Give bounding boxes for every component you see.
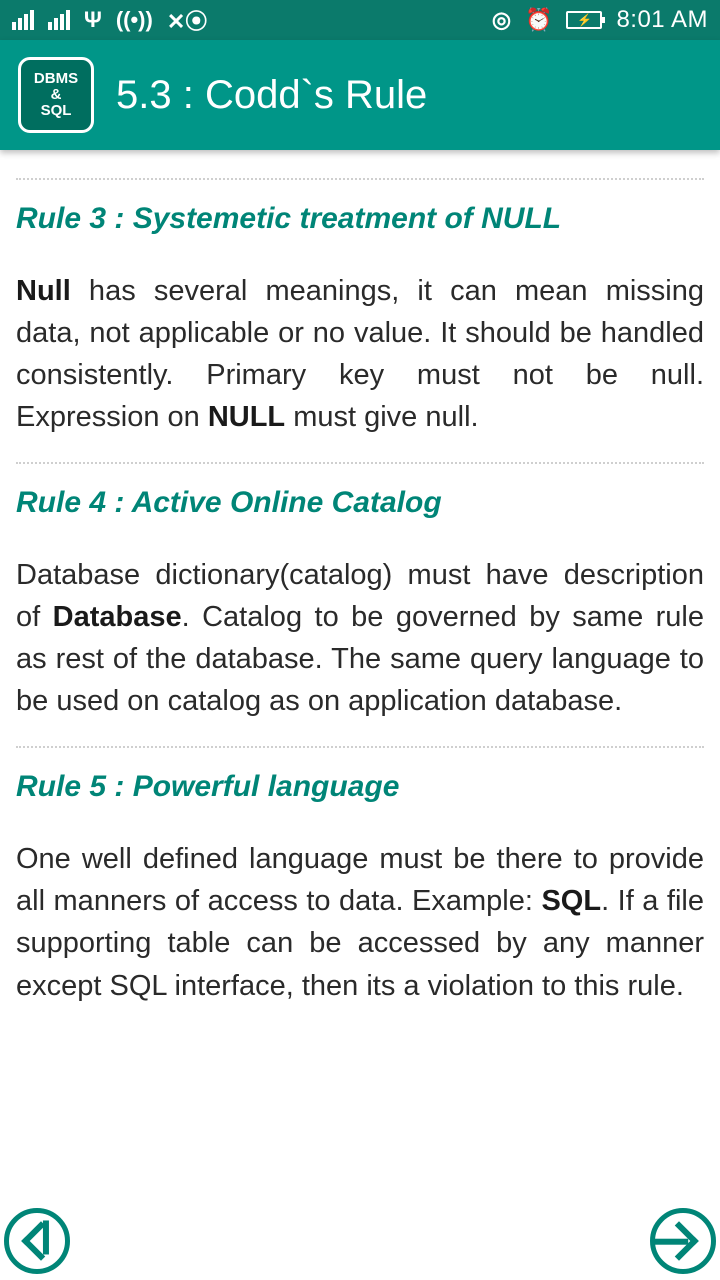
divider <box>16 462 704 464</box>
rule-section-3: Rule 3 : Systemetic treatment of NULL Nu… <box>16 202 704 438</box>
rule-section-4: Rule 4 : Active Online Catalog Database … <box>16 486 704 722</box>
page-title: 5.3 : Codd`s Rule <box>116 73 427 118</box>
rule-body: Database dictionary(catalog) must have d… <box>16 554 704 722</box>
divider <box>16 746 704 748</box>
status-left: Ψ ((•)) ✕⦿ <box>12 4 207 36</box>
app-icon-line3: SQL <box>41 103 72 119</box>
clock-text: 8:01 AM <box>616 6 708 34</box>
alarm-icon: ⏰ <box>525 7 552 33</box>
bold-text: Null <box>16 275 71 307</box>
app-icon[interactable]: DBMS & SQL <box>18 57 94 133</box>
arrow-right-icon <box>659 1221 699 1261</box>
bold-text: Database <box>53 601 182 633</box>
signal-icon-1 <box>12 10 34 30</box>
rule-title: Rule 3 : Systemetic treatment of NULL <box>16 202 704 236</box>
bold-text: SQL <box>541 885 601 917</box>
prev-button[interactable] <box>4 1208 70 1274</box>
battery-icon: ⚡ <box>566 11 602 29</box>
content-scroll[interactable]: Rule 3 : Systemetic treatment of NULL Nu… <box>0 150 720 1280</box>
signal-icon-2 <box>48 10 70 30</box>
divider <box>16 178 704 180</box>
rule-body: One well defined language must be there … <box>16 838 704 1006</box>
app-bar: DBMS & SQL 5.3 : Codd`s Rule <box>0 40 720 150</box>
app-icon-line2: & <box>51 87 62 103</box>
arrow-left-icon <box>21 1221 61 1261</box>
rule-title: Rule 5 : Powerful language <box>16 770 704 804</box>
status-bar: Ψ ((•)) ✕⦿ ◎ ⏰ ⚡ 8:01 AM <box>0 0 720 40</box>
usb-icon: Ψ <box>84 7 102 33</box>
bold-text: NULL <box>208 401 285 433</box>
body-text: must give null. <box>285 401 478 433</box>
status-right: ◎ ⏰ ⚡ 8:01 AM <box>492 6 708 34</box>
rule-title: Rule 4 : Active Online Catalog <box>16 486 704 520</box>
app-icon-line1: DBMS <box>34 71 78 87</box>
rule-body: Null has several meanings, it can mean m… <box>16 270 704 438</box>
sync-icon: ◎ <box>492 7 511 33</box>
next-button[interactable] <box>650 1208 716 1274</box>
vibrate-icon: ✕⦿ <box>167 4 207 36</box>
hotspot-icon: ((•)) <box>116 7 153 33</box>
rule-section-5: Rule 5 : Powerful language One well defi… <box>16 770 704 1006</box>
